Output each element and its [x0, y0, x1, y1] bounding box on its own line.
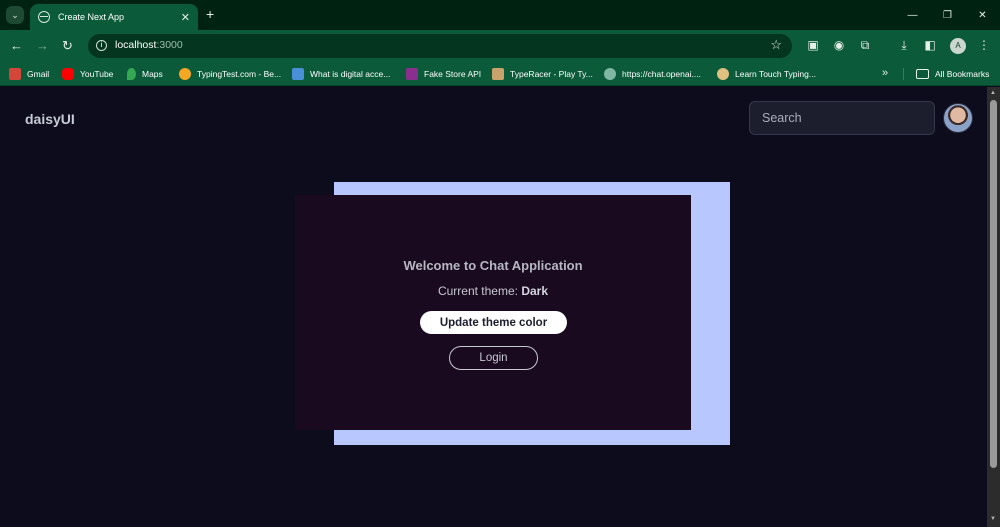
all-bookmarks-label: All Bookmarks [935, 69, 990, 79]
bookmark-label: What is digital acce... [310, 69, 391, 79]
maps-icon [127, 68, 136, 80]
page-content: daisyUI Welcome to Chat Application Curr… [0, 87, 987, 527]
url-text: localhost:3000 [115, 39, 183, 51]
close-window-button[interactable]: ✕ [965, 0, 1000, 30]
typingtest-icon [179, 68, 191, 80]
scroll-up-arrow-icon[interactable]: ▲ [990, 90, 996, 96]
bookmark-maps[interactable]: Maps [127, 67, 163, 81]
typeracer-icon [492, 68, 504, 80]
scrollbar-thumb[interactable] [990, 100, 997, 468]
url-host: localhost [115, 39, 157, 51]
bookmarks-overflow-icon[interactable]: » [882, 67, 888, 79]
extensions-puzzle-icon[interactable]: ⧉ [858, 38, 872, 52]
fakestore-icon [406, 68, 418, 80]
browser-tab[interactable]: Create Next App ✕ [30, 4, 198, 30]
accessibility-icon [292, 68, 304, 80]
side-panel-icon[interactable]: ◧ [923, 38, 937, 52]
maximize-button[interactable]: ❐ [930, 0, 965, 30]
extension-record-icon[interactable]: ◉ [832, 38, 846, 52]
folder-icon [916, 69, 929, 79]
bookmark-label: Fake Store API [424, 69, 482, 79]
tab-title: Create Next App [58, 12, 125, 22]
theme-prefix: Current theme: [437, 284, 518, 298]
site-info-icon[interactable]: i [96, 40, 107, 51]
bookmarks-divider [903, 68, 904, 80]
bookmark-star-icon[interactable]: ☆ [770, 37, 782, 53]
profile-avatar[interactable]: A [950, 38, 966, 54]
bookmark-gmail[interactable]: Gmail [9, 67, 49, 81]
bookmark-label: Maps [142, 69, 163, 79]
bookmark-label: Learn Touch Typing... [735, 69, 816, 79]
download-icon[interactable]: ⤓ [897, 38, 911, 52]
bookmark-label: TypeRacer - Play Ty... [510, 69, 593, 79]
address-bar[interactable]: i localhost:3000 ☆ [88, 34, 792, 58]
bookmark-fake-store-api[interactable]: Fake Store API [406, 67, 481, 81]
tab-strip: ⌄ Create Next App ✕ + — ❐ ✕ [0, 0, 1000, 30]
minimize-button[interactable]: — [895, 0, 930, 30]
bookmark-label: Gmail [27, 69, 50, 79]
forward-arrow-icon[interactable]: → [36, 38, 49, 54]
search-input[interactable] [749, 101, 935, 135]
globe-icon [38, 11, 50, 23]
bookmark-touch-typing[interactable]: Learn Touch Typing... [717, 67, 816, 81]
bookmark-label: TypingTest.com - Be... [197, 69, 282, 79]
media-icon[interactable]: ▣ [806, 38, 820, 52]
bookmark-typingtest[interactable]: TypingTest.com - Be... [179, 67, 281, 81]
tab-search-icon[interactable]: ⌄ [6, 6, 24, 24]
login-button[interactable]: Login [449, 346, 538, 370]
window-controls: — ❐ ✕ [895, 0, 1000, 30]
openai-icon [604, 68, 616, 80]
bookmark-label: https://chat.openai.... [622, 69, 701, 79]
bookmark-youtube[interactable]: YouTube [62, 67, 113, 81]
update-theme-button[interactable]: Update theme color [420, 311, 567, 334]
touchtyping-icon [717, 68, 729, 80]
back-arrow-icon[interactable]: ← [10, 38, 23, 54]
page-title: Welcome to Chat Application [403, 258, 583, 273]
bookmark-chat-openai[interactable]: https://chat.openai.... [604, 67, 701, 81]
all-bookmarks[interactable]: All Bookmarks [916, 67, 989, 81]
reload-icon[interactable]: ↻ [62, 38, 73, 54]
avatar[interactable] [943, 103, 973, 133]
brand-logo[interactable]: daisyUI [25, 111, 75, 127]
theme-value: Dark [521, 284, 549, 298]
youtube-icon [62, 68, 74, 80]
toolbar: ← → ↻ i localhost:3000 ☆ ▣ ◉ ⧉ ⤓ ◧ A ⋮ [0, 30, 1000, 62]
bookmark-typeracer[interactable]: TypeRacer - Play Ty... [492, 67, 593, 81]
url-port: :3000 [156, 39, 183, 51]
new-tab-button[interactable]: + [206, 6, 214, 22]
bookmarks-bar: Gmail YouTube Maps TypingTest.com - Be..… [0, 62, 1000, 86]
bookmark-label: YouTube [80, 69, 114, 79]
current-theme-text: Current theme: Dark [295, 284, 691, 298]
bookmark-digital-accessibility[interactable]: What is digital acce... [292, 67, 390, 81]
scroll-down-arrow-icon[interactable]: ▼ [990, 516, 996, 522]
more-menu-icon[interactable]: ⋮ [977, 38, 991, 52]
tab-close-icon[interactable]: ✕ [181, 11, 190, 24]
hero-card: Welcome to Chat Application Current them… [295, 195, 691, 430]
gmail-icon [9, 68, 21, 80]
